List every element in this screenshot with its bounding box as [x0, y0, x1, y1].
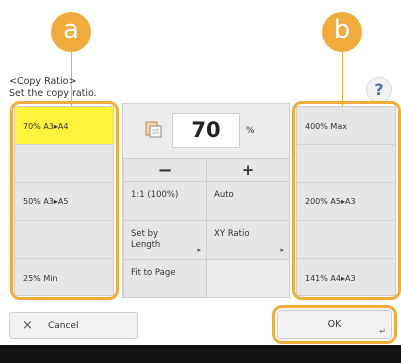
set-by-length-button[interactable]: Set by Length ▸: [123, 220, 207, 260]
status-bar: [0, 345, 401, 363]
close-icon: ×: [22, 318, 33, 333]
increase-button[interactable]: +: [206, 158, 290, 182]
callout-b-badge: b: [322, 12, 362, 52]
xy-ratio-label: XY Ratio: [214, 229, 250, 239]
callout-b-leader: [342, 44, 343, 106]
callout-a-badge: a: [51, 12, 91, 52]
instruction-title: <Copy Ratio>: [9, 76, 77, 87]
ratio-value-field[interactable]: 70: [172, 113, 240, 148]
auto-button[interactable]: Auto: [206, 181, 290, 221]
ok-button[interactable]: OK ↵: [277, 310, 392, 339]
enter-corner-icon: ↵: [379, 327, 386, 336]
submenu-arrow-icon: ▸: [280, 246, 284, 254]
tools-icon: [145, 121, 162, 138]
right-preset-highlight: [292, 101, 401, 300]
minus-icon: −: [157, 160, 173, 181]
fit-to-page-label: Fit to Page: [131, 268, 176, 278]
ratio-unit: %: [246, 126, 255, 136]
one-to-one-button[interactable]: 1:1 (100%): [123, 181, 207, 221]
cancel-label: Cancel: [48, 321, 79, 331]
instruction-subtitle: Set the copy ratio.: [9, 88, 97, 99]
set-by-length-line2: Length: [131, 240, 161, 250]
submenu-arrow-icon: ▸: [197, 246, 201, 254]
instruction-text: <Copy Ratio> Set the copy ratio.: [9, 76, 97, 100]
left-preset-highlight: [10, 101, 119, 300]
decrease-button[interactable]: −: [123, 158, 207, 182]
plus-icon: +: [241, 161, 255, 179]
one-to-one-label: 1:1 (100%): [131, 190, 179, 200]
cancel-button[interactable]: × Cancel: [9, 312, 138, 339]
auto-label: Auto: [214, 190, 234, 200]
fit-to-page-button[interactable]: Fit to Page: [123, 259, 207, 298]
set-by-length-label: Set by Length: [131, 229, 160, 251]
set-by-length-line1: Set by: [131, 229, 159, 239]
ratio-control-panel: 70 % − + 1:1 (100%) Auto Set by Length ▸…: [122, 103, 290, 298]
ok-label: OK: [327, 319, 342, 330]
help-button[interactable]: ?: [366, 77, 392, 103]
help-icon: ?: [374, 80, 384, 99]
xy-ratio-button[interactable]: XY Ratio ▸: [206, 220, 290, 260]
